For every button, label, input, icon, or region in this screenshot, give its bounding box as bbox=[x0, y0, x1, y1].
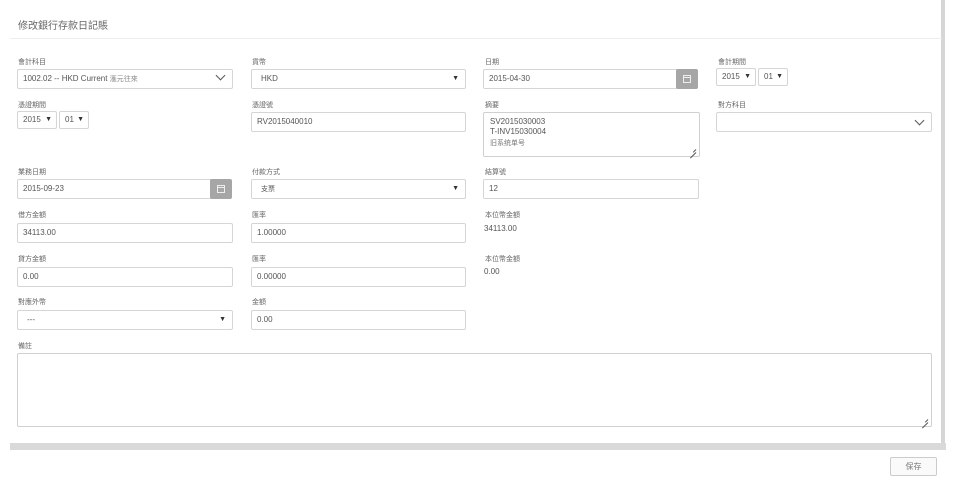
contra-account-label: 對方科目 bbox=[718, 101, 746, 109]
remarks-label: 備註 bbox=[18, 342, 32, 350]
panel-right-border bbox=[941, 0, 945, 450]
amount-input[interactable]: 0.00 bbox=[251, 310, 466, 330]
debit-base-amount-label: 本位幣金額 bbox=[485, 211, 520, 219]
debit-rate-label: 匯率 bbox=[252, 211, 266, 219]
foreign-currency-select[interactable]: --- ▼ bbox=[17, 310, 233, 330]
dropdown-caret-icon: ▼ bbox=[77, 116, 84, 123]
summary-label: 摘要 bbox=[485, 101, 499, 109]
dropdown-caret-icon: ▼ bbox=[45, 116, 52, 123]
date-value: 2015-04-30 bbox=[489, 74, 530, 83]
credit-rate-value: 0.00000 bbox=[257, 272, 286, 281]
debit-amount-label: 借方金額 bbox=[18, 211, 46, 219]
currency-value: HKD bbox=[261, 74, 278, 83]
debit-rate-value: 1.00000 bbox=[257, 228, 286, 237]
title-divider bbox=[10, 38, 942, 39]
voucher-period-month-select[interactable]: 01 ▼ bbox=[59, 111, 89, 129]
business-date-label: 業務日期 bbox=[18, 168, 46, 176]
save-button[interactable]: 保存 bbox=[890, 457, 937, 476]
voucher-no-input[interactable]: RV2015040010 bbox=[251, 112, 466, 132]
amount-value: 0.00 bbox=[257, 315, 273, 324]
dropdown-caret-icon: ▼ bbox=[219, 316, 226, 323]
dropdown-caret-icon: ▼ bbox=[452, 185, 459, 192]
foreign-currency-value: --- bbox=[27, 315, 35, 324]
business-date-value: 2015-09-23 bbox=[23, 184, 64, 193]
summary-textarea[interactable]: SV2015030003 T-INV15030004 旧系统单号 bbox=[483, 112, 700, 157]
voucher-period-year: 2015 bbox=[23, 115, 41, 124]
dropdown-caret-icon: ▼ bbox=[744, 73, 751, 80]
amount-label: 金額 bbox=[252, 298, 266, 306]
credit-base-amount-label: 本位幣金額 bbox=[485, 255, 520, 263]
contra-account-select[interactable] bbox=[716, 112, 932, 132]
credit-amount-value: 0.00 bbox=[23, 272, 39, 281]
credit-base-amount-value: 0.00 bbox=[484, 267, 500, 276]
debit-rate-input[interactable]: 1.00000 bbox=[251, 223, 466, 243]
calendar-icon bbox=[683, 75, 691, 83]
debit-base-amount-value: 34113.00 bbox=[484, 224, 517, 233]
summary-line: SV2015030003 bbox=[490, 117, 546, 126]
account-code-value: 1002.02 -- HKD Current bbox=[23, 74, 108, 83]
accounting-period-year-select[interactable]: 2015 ▼ bbox=[716, 68, 756, 86]
currency-select[interactable]: HKD ▼ bbox=[251, 69, 466, 89]
credit-amount-input[interactable]: 0.00 bbox=[17, 267, 233, 287]
payment-method-select[interactable]: 支票 ▼ bbox=[251, 179, 466, 199]
voucher-no-label: 憑證號 bbox=[252, 101, 273, 109]
debit-amount-value: 34113.00 bbox=[23, 228, 56, 237]
resize-handle-icon[interactable] bbox=[922, 417, 928, 423]
summary-line: T-INV15030004 bbox=[490, 127, 547, 136]
dropdown-caret-icon: ▼ bbox=[452, 75, 459, 82]
summary-line: 旧系统单号 bbox=[490, 139, 525, 147]
business-date-input[interactable]: 2015-09-23 bbox=[17, 179, 211, 199]
date-input[interactable]: 2015-04-30 bbox=[483, 69, 677, 89]
foreign-currency-label: 對應外幣 bbox=[18, 298, 46, 306]
voucher-period-month: 01 bbox=[65, 115, 74, 124]
account-code-value-suffix: 滙元往來 bbox=[109, 75, 138, 83]
panel-bottom-bar bbox=[10, 443, 946, 450]
dropdown-caret-icon: ▼ bbox=[776, 73, 783, 80]
currency-label: 貨幣 bbox=[252, 58, 266, 66]
account-code-label: 會計科目 bbox=[18, 58, 46, 66]
account-code-select[interactable]: 1002.02 -- HKD Current 滙元往來 bbox=[17, 69, 233, 89]
payment-method-label: 付款方式 bbox=[252, 168, 280, 176]
resize-handle-icon[interactable] bbox=[690, 147, 696, 153]
settlement-no-label: 結算號 bbox=[485, 168, 506, 176]
debit-amount-input[interactable]: 34113.00 bbox=[17, 223, 233, 243]
calendar-icon bbox=[217, 185, 225, 193]
chevron-down-icon bbox=[914, 115, 925, 126]
date-calendar-button[interactable] bbox=[676, 69, 698, 89]
accounting-period-year: 2015 bbox=[722, 72, 740, 81]
business-date-calendar-button[interactable] bbox=[210, 179, 232, 199]
voucher-no-value: RV2015040010 bbox=[257, 117, 313, 126]
credit-amount-label: 貸方金額 bbox=[18, 255, 46, 263]
date-label: 日期 bbox=[485, 58, 499, 66]
page-title: 修改銀行存款日記賬 bbox=[18, 21, 108, 32]
credit-rate-input[interactable]: 0.00000 bbox=[251, 267, 466, 287]
accounting-period-month-select[interactable]: 01 ▼ bbox=[758, 68, 788, 86]
accounting-period-label: 會計期間 bbox=[718, 58, 746, 66]
settlement-no-value: 12 bbox=[489, 184, 498, 193]
payment-method-value: 支票 bbox=[261, 185, 275, 193]
voucher-period-label: 憑證期間 bbox=[18, 101, 46, 109]
credit-rate-label: 匯率 bbox=[252, 255, 266, 263]
accounting-period-month: 01 bbox=[764, 72, 773, 81]
settlement-no-input[interactable]: 12 bbox=[483, 179, 699, 199]
chevron-down-icon bbox=[215, 70, 226, 81]
voucher-period-year-select[interactable]: 2015 ▼ bbox=[17, 111, 57, 129]
remarks-textarea[interactable] bbox=[17, 353, 932, 427]
